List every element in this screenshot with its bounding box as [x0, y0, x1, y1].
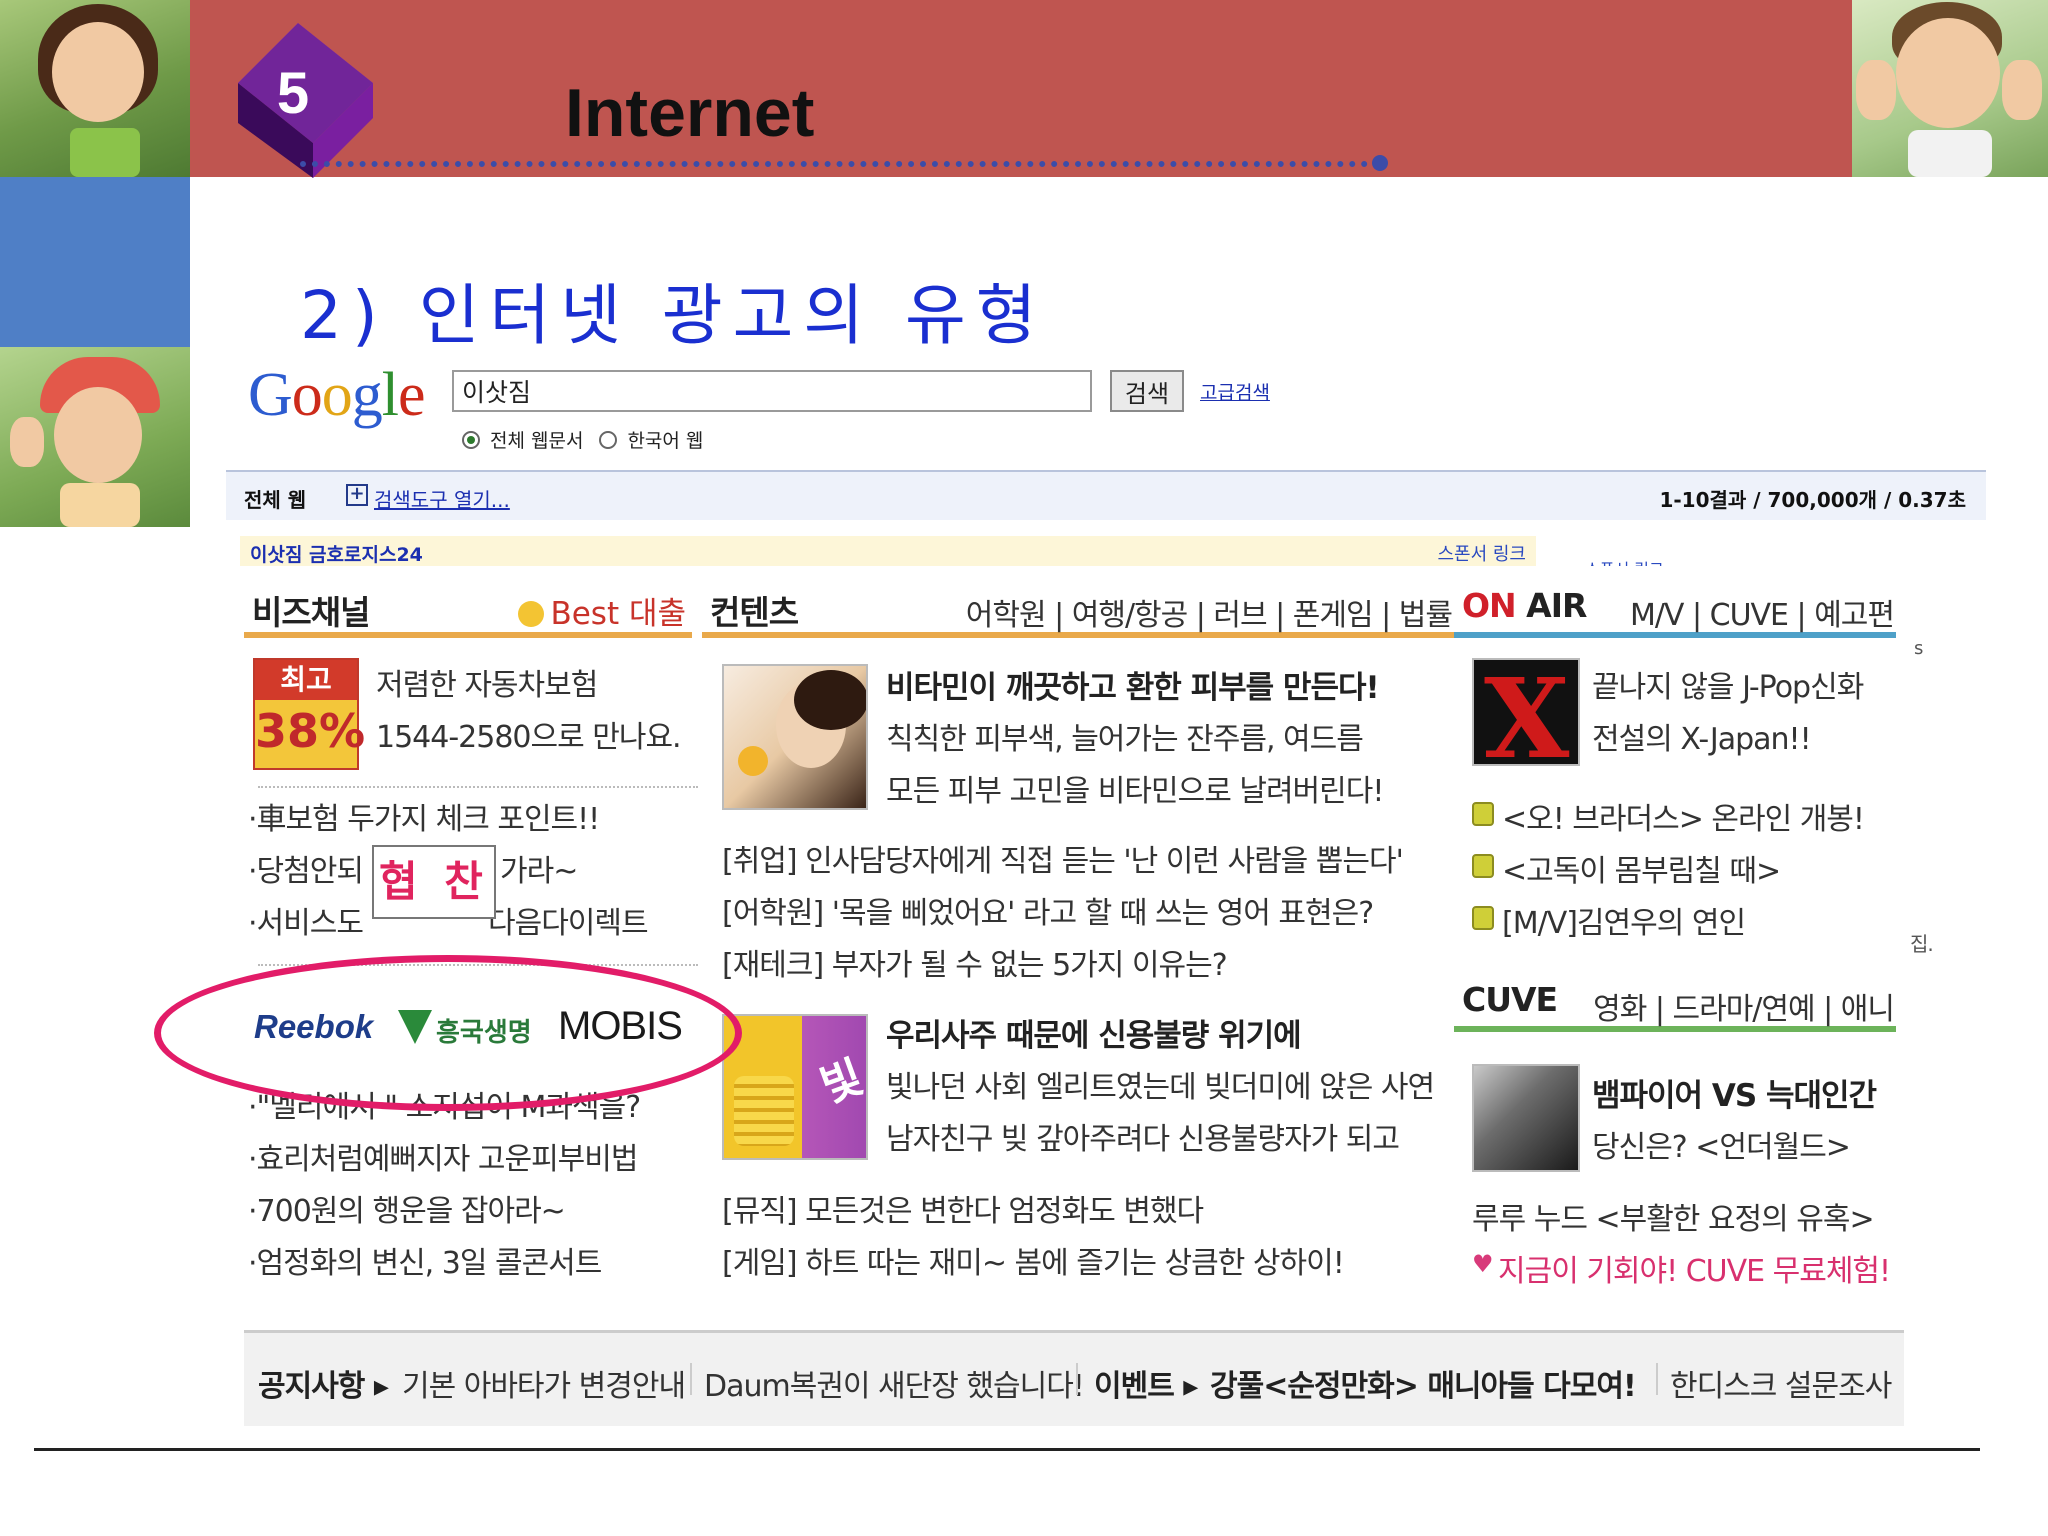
google-logo[interactable]: Google — [248, 360, 426, 431]
heart-icon: ♥ — [1472, 1250, 1494, 1278]
biz-item[interactable]: ·700원의 행운을 잡아라~ — [248, 1186, 566, 1230]
content-title: 컨텐츠 — [710, 593, 799, 632]
biz-item-tail: 가라~ — [500, 854, 578, 889]
slide-title: Internet — [565, 75, 815, 151]
title-dotted-line — [300, 161, 1380, 167]
sponsorship-label: 협 찬 — [372, 845, 496, 919]
biz-promo-line2[interactable]: 1544-2580으로 만나요. — [376, 712, 682, 756]
slide-number: 5 — [276, 61, 310, 126]
footer-divider — [1656, 1363, 1658, 1395]
search-button[interactable]: 검색 — [1110, 370, 1184, 412]
portal-footer: 공지사항 ▸ 기본 아바타가 변경안내 Daum복권이 새단장 했습니다! 이벤… — [244, 1330, 1904, 1426]
sponsored-ad-link[interactable]: 이삿짐 금호로지스24 — [250, 540, 423, 567]
tv-icon — [1472, 854, 1494, 878]
onair-nav-links[interactable]: M/V | CUVE | 예고편 — [1630, 590, 1895, 634]
content-item[interactable]: [취업] 인사담당자에게 직접 듣는 '난 이런 사람을 뽑는다' — [722, 836, 1404, 880]
results-bar: 전체 웹 + 검색도구 열기... 1-10결과 / 700,000개 / 0.… — [226, 470, 1986, 520]
cuve-item[interactable]: 루루 누드 <부활한 요정의 유혹> — [1472, 1194, 1875, 1238]
vitamin-woman-image[interactable] — [722, 664, 868, 810]
credit-headline[interactable]: 우리사주 때문에 신용불량 위기에 — [886, 1010, 1302, 1055]
notice-link[interactable]: Daum복권이 새단장 했습니다! — [704, 1361, 1085, 1405]
sponsored-ad-strip: 이삿짐 금호로지스24 스폰서 링크 — [240, 536, 1536, 566]
content-header: 컨텐츠 어학원 | 여행/항공 | 러브 | 폰게임 | 법률 — [702, 576, 1454, 638]
search-tools-link[interactable]: 검색도구 열기... — [374, 484, 510, 513]
cuve-title: CUVE — [1462, 980, 1558, 1019]
tv-icon — [1472, 802, 1494, 826]
radio-all-web-label: 전체 웹문서 — [490, 430, 584, 452]
biz-promo-line1[interactable]: 저렴한 자동차보험 — [376, 660, 598, 704]
onair-item[interactable]: <오! 브라더스> 온라인 개봉! — [1502, 794, 1865, 838]
side-blue-block — [0, 177, 190, 347]
biz-item[interactable]: ·효리처럼예뻐지자 고운피부비법 — [248, 1134, 638, 1178]
cuve-header: CUVE 영화 | 드라마/연예 | 애니 — [1454, 970, 1896, 1032]
best-loan-link[interactable]: Best 대출 — [518, 588, 686, 633]
biz-item[interactable]: ·엄정화의 변신, 3일 콜콘서트 — [248, 1238, 602, 1282]
title-dotted-line-end — [1372, 155, 1388, 171]
advanced-search-link[interactable]: 고급검색 — [1200, 378, 1270, 405]
radio-korean-web[interactable] — [599, 430, 618, 449]
underworld-image[interactable] — [1472, 1064, 1580, 1172]
content-item[interactable]: [재테크] 부자가 될 수 없는 5가지 이유는? — [722, 940, 1228, 984]
results-count: 1-10결과 / 700,000개 / 0.37초 — [1659, 488, 1966, 512]
cuve-line2[interactable]: 당신은? <언더월드> — [1592, 1122, 1851, 1166]
side-fragment: s — [1914, 638, 1923, 659]
onair-promo-line2[interactable]: 전설의 X-Japan!! — [1592, 714, 1812, 758]
event-link[interactable]: 강풀<순정만화> 매니아들 다모여! — [1210, 1361, 1637, 1405]
slide-header-bar — [190, 0, 1852, 177]
badge-percent: 38% — [255, 704, 366, 758]
photo-child-middle-left — [0, 347, 190, 527]
tv-icon — [1472, 906, 1494, 930]
radio-all-web[interactable] — [462, 430, 480, 449]
slide-bottom-rule — [34, 1448, 1980, 1451]
promo-badge[interactable]: 최고 38% — [253, 658, 366, 770]
search-scope-options: 전체 웹문서 한국어 웹 — [462, 426, 703, 453]
onair-promo-line1[interactable]: 끝나지 않을 J-Pop신화 — [1592, 662, 1864, 706]
notice-link[interactable]: 기본 아바타가 변경안내 — [402, 1361, 686, 1405]
biz-item-tail: 다음다이렉트 — [488, 906, 649, 941]
sponsored-link-label: 스폰서 링크 — [1437, 544, 1526, 565]
side-fragment: 집. — [1910, 932, 1934, 956]
biz-channel-title: 비즈채널 — [252, 593, 370, 632]
smiley-icon — [518, 601, 545, 627]
coins-image[interactable]: 빛 — [722, 1014, 868, 1160]
content-item[interactable]: [어학원] '목을 삐었어요' 라고 할 때 쓰는 영어 표현은? — [722, 888, 1374, 932]
credit-line2[interactable]: 빛나던 사회 엘리트였는데 빚더미에 앉은 사연 — [886, 1062, 1435, 1106]
event-label[interactable]: 이벤트 ▸ — [1094, 1361, 1198, 1405]
onair-item[interactable]: [M/V]김연우의 연인 — [1502, 898, 1746, 942]
biz-item[interactable]: ·서비스도 — [248, 898, 364, 942]
cuve-headline[interactable]: 뱀파이어 VS 늑대인간 — [1592, 1070, 1877, 1115]
onair-header: ON AIR M/V | CUVE | 예고편 — [1454, 576, 1896, 638]
footer-divider — [1076, 1363, 1078, 1395]
vitamin-line3[interactable]: 모든 피부 고민을 비타민으로 날려버린다! — [886, 766, 1384, 810]
vitamin-headline[interactable]: 비타민이 깨끗하고 환한 피부를 만든다! — [886, 662, 1380, 707]
coin-debt-char: 빛 — [814, 1051, 868, 1114]
onair-title: ON AIR — [1462, 586, 1587, 625]
content-nav-links[interactable]: 어학원 | 여행/항공 | 러브 | 폰게임 | 법률 — [966, 590, 1453, 634]
slide-subtitle: 2) 인터넷 광고의 유형 — [300, 277, 1047, 354]
plus-icon[interactable]: + — [346, 484, 368, 506]
biz-item[interactable]: ·車보험 두가지 체크 포인트!! — [248, 794, 600, 838]
photo-toddler-top-right — [1852, 0, 2048, 177]
content-item[interactable]: [게임] 하트 따는 재미~ 봄에 즐기는 상큼한 상하이! — [722, 1238, 1345, 1282]
xjapan-image[interactable] — [1472, 658, 1580, 766]
results-web-label: 전체 웹 — [244, 488, 307, 512]
sponsor-highlight-ellipse — [154, 955, 742, 1111]
radio-korean-web-label: 한국어 웹 — [627, 430, 704, 452]
vitamin-line2[interactable]: 칙칙한 피부색, 늘어가는 잔주름, 여드름 — [886, 714, 1364, 758]
photo-girl-top-left — [0, 0, 190, 177]
search-input[interactable] — [452, 370, 1092, 412]
biz-divider — [258, 786, 698, 788]
biz-item[interactable]: ·당첨안되 — [248, 846, 364, 890]
cuve-nav-links[interactable]: 영화 | 드라마/연예 | 애니 — [1593, 984, 1895, 1028]
notice-label[interactable]: 공지사항 ▸ — [258, 1361, 389, 1405]
biz-channel-header: 비즈채널 Best 대출 — [244, 576, 692, 638]
event-link[interactable]: 한디스크 설문조사 — [1670, 1361, 1892, 1405]
onair-item[interactable]: <고독이 몸부림칠 때> — [1502, 846, 1781, 890]
credit-line3[interactable]: 남자친구 빚 갚아주려다 신용불량자가 되고 — [886, 1114, 1400, 1158]
content-item[interactable]: [뮤직] 모든것은 변한다 엄정화도 변했다 — [722, 1186, 1204, 1230]
footer-divider — [690, 1363, 692, 1395]
cuve-item-free-trial[interactable]: 지금이 기회야! CUVE 무료체험! — [1498, 1246, 1891, 1290]
badge-top: 최고 — [255, 660, 357, 700]
